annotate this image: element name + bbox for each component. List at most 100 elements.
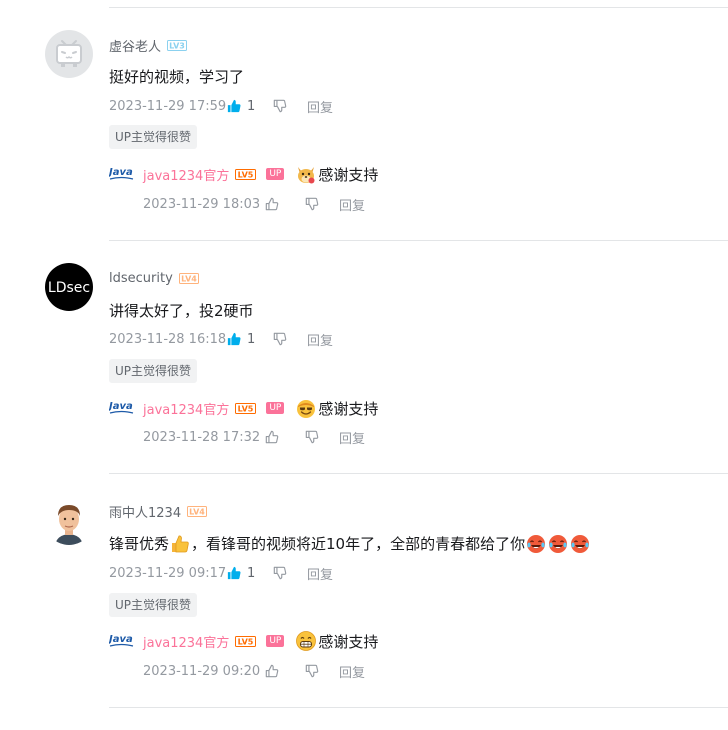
comment-meta: 2023-11-29 09:17 1 回复 xyxy=(109,563,333,583)
svg-text:LV4: LV4 xyxy=(181,274,197,283)
thumbs-up-emoji-icon xyxy=(172,535,189,553)
level-badge-icon: LV4 xyxy=(187,505,208,517)
reply-username[interactable]: java1234官方 xyxy=(143,632,229,651)
svg-text:LV4: LV4 xyxy=(189,507,205,516)
sunglasses-smile-emoji-icon xyxy=(297,400,316,418)
svg-text:Java: Java xyxy=(109,634,133,645)
like-button[interactable] xyxy=(265,430,305,444)
reply-time: 2023-11-29 18:03 xyxy=(143,196,261,212)
thumbs-down-icon xyxy=(273,566,287,580)
reply-button[interactable]: 回复 xyxy=(339,428,365,447)
up-badge: UP xyxy=(266,635,285,647)
comment-time: 2023-11-29 09:17 xyxy=(109,565,227,581)
up-badge: UP xyxy=(266,168,285,180)
dog-doge-emoji-icon xyxy=(298,167,315,184)
thumbs-up-icon xyxy=(265,197,279,211)
thumbs-down-icon xyxy=(305,197,319,211)
username[interactable]: 雨中人1234 xyxy=(109,502,181,521)
crying-laugh-emoji-icon xyxy=(571,535,590,553)
reply-username[interactable]: java1234官方 xyxy=(143,399,229,418)
reply-meta: 2023-11-29 09:20 回复 xyxy=(143,661,365,681)
comment-divider xyxy=(109,473,728,474)
thumbs-down-icon xyxy=(305,430,319,444)
like-button[interactable] xyxy=(265,664,305,678)
up-liked-tag: UP主觉得很赞 xyxy=(109,593,198,617)
reply-button[interactable]: 回复 xyxy=(339,662,365,681)
thumbs-down-icon xyxy=(305,664,319,678)
thumbs-up-icon xyxy=(227,566,241,580)
comment-header: 雨中人1234 LV4 xyxy=(109,501,208,521)
level-badge-icon: LV5 xyxy=(235,635,257,647)
reply-username[interactable]: java1234官方 xyxy=(143,165,229,184)
level-badge-icon: LV3 xyxy=(167,39,188,51)
thumbs-down-icon xyxy=(273,99,287,113)
dislike-button[interactable] xyxy=(305,430,339,444)
reply-time: 2023-11-28 17:32 xyxy=(143,429,261,445)
comment-text: 挺好的视频，学习了 xyxy=(109,68,245,86)
comment-header: ldsecurity LV4 xyxy=(109,268,199,288)
dislike-button[interactable] xyxy=(273,566,307,580)
avatar[interactable] xyxy=(45,497,93,545)
java-logo-avatar-icon[interactable]: Java xyxy=(109,164,135,184)
reply-button[interactable]: 回复 xyxy=(307,330,333,349)
svg-text:Java: Java xyxy=(109,401,133,412)
svg-text:LV5: LV5 xyxy=(238,637,254,646)
reply-button[interactable]: 回复 xyxy=(307,564,333,583)
like-button[interactable]: 1 xyxy=(227,566,273,581)
comment-text: 讲得太好了，投2硬币 xyxy=(109,302,254,320)
comment-text: 锋哥优秀 ，看锋哥的视频将近10年了，全部的青春都给了你 xyxy=(109,533,591,555)
comment-divider xyxy=(109,240,728,241)
like-button[interactable] xyxy=(265,197,305,211)
up-liked-tag: UP主觉得很赞 xyxy=(109,359,198,383)
svg-text:LV5: LV5 xyxy=(238,170,254,179)
like-count: 1 xyxy=(247,565,256,581)
ldsec-avatar-icon: LDsec xyxy=(45,263,93,311)
like-count: 1 xyxy=(247,331,256,347)
dislike-button[interactable] xyxy=(273,99,307,113)
comment-time: 2023-11-29 17:59 xyxy=(109,98,227,114)
svg-text:Java: Java xyxy=(109,167,133,178)
reply-button[interactable]: 回复 xyxy=(307,97,333,116)
comment-time: 2023-11-28 16:18 xyxy=(109,331,227,347)
avatar[interactable] xyxy=(45,30,93,78)
svg-text:LDsec: LDsec xyxy=(48,280,90,296)
dislike-button[interactable] xyxy=(305,664,339,678)
dislike-button[interactable] xyxy=(273,332,307,346)
thumbs-up-icon xyxy=(265,430,279,444)
reply-meta: 2023-11-29 18:03 回复 xyxy=(143,194,365,214)
reply-text: 感谢支持 xyxy=(294,630,378,652)
avatar[interactable]: LDsec xyxy=(45,263,93,311)
like-count: 1 xyxy=(247,98,256,114)
svg-text:LV5: LV5 xyxy=(238,404,254,413)
reply-meta: 2023-11-28 17:32 回复 xyxy=(143,427,365,447)
reply-button[interactable]: 回复 xyxy=(339,195,365,214)
comment-header: 虚谷老人 LV3 xyxy=(109,35,188,55)
java-logo-avatar-icon[interactable]: Java xyxy=(109,398,135,418)
thumbs-up-icon xyxy=(227,99,241,113)
reply-text: 感谢支持 xyxy=(294,163,378,185)
thumbs-down-icon xyxy=(273,332,287,346)
crying-laugh-emoji-icon xyxy=(527,535,546,553)
reply-text: 感谢支持 xyxy=(294,397,378,419)
like-button[interactable]: 1 xyxy=(227,99,273,114)
thumbs-up-icon xyxy=(265,664,279,678)
svg-text:LV3: LV3 xyxy=(169,41,185,50)
up-liked-tag: UP主觉得很赞 xyxy=(109,125,198,149)
comment-divider xyxy=(109,7,728,8)
username[interactable]: ldsecurity xyxy=(109,271,173,286)
comment-divider xyxy=(109,707,728,708)
sub-reply: Java java1234官方 LV5 UP 感谢支持 xyxy=(109,396,378,420)
comment-meta: 2023-11-28 16:18 1 回复 xyxy=(109,329,333,349)
reply-time: 2023-11-29 09:20 xyxy=(143,663,261,679)
level-badge-icon: LV5 xyxy=(235,402,257,414)
grin-emoji-icon xyxy=(296,631,317,651)
java-logo-avatar-icon[interactable]: Java xyxy=(109,631,135,651)
thumbs-up-icon xyxy=(227,332,241,346)
dislike-button[interactable] xyxy=(305,197,339,211)
bilibili-tv-avatar-icon xyxy=(45,30,93,78)
sub-reply: Java java1234官方 LV5 UP 感谢支持 xyxy=(109,629,378,653)
username[interactable]: 虚谷老人 xyxy=(109,36,161,55)
up-badge: UP xyxy=(266,402,285,414)
comment-meta: 2023-11-29 17:59 1 回复 xyxy=(109,96,333,116)
like-button[interactable]: 1 xyxy=(227,332,273,347)
